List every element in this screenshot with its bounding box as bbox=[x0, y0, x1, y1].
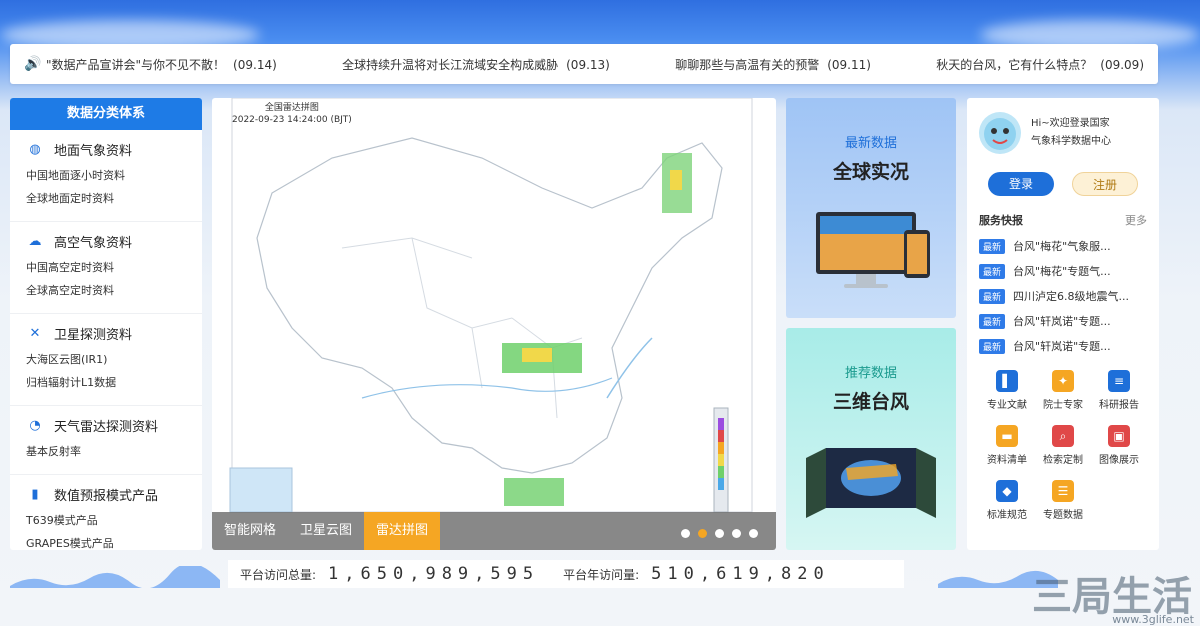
more-link[interactable]: 更多 bbox=[1125, 212, 1147, 228]
total-visits-label: 平台访问总量: bbox=[240, 567, 317, 582]
category-link[interactable]: 全球地面定时资料 bbox=[26, 190, 202, 206]
quick-news-title: 服务快报 bbox=[979, 214, 1023, 227]
ticker-item[interactable]: "数据产品宣讲会"与你不见不散！ (09.14) bbox=[46, 56, 277, 73]
promo-title: 全球实况 bbox=[832, 161, 909, 183]
image-icon: ▣ bbox=[1108, 425, 1130, 447]
service-grid: ▌ 专业文献 ✦ 院士专家 ≡ 科研报告 ▬ 资料清单 ⌕ 检索定制 ▣ 图像展示 ◆ 标准规… bbox=[979, 370, 1147, 521]
category-link[interactable]: 大海区云图(IR1) bbox=[26, 351, 202, 367]
layers-icon: ☰ bbox=[1052, 480, 1074, 502]
category-title[interactable]: ◍ 地面气象资料 bbox=[26, 140, 202, 159]
category-upper-air: ☁ 高空气象资料 中国高空定时资料 全球高空定时资料 bbox=[10, 222, 202, 314]
mascot-avatar bbox=[979, 112, 1021, 154]
ticker-item[interactable]: 秋天的台风，它有什么特点？ (09.09) bbox=[936, 56, 1144, 73]
data-category-panel: 数据分类体系 ◍ 地面气象资料 中国地面逐小时资料 全球地面定时资料 ☁ 高空气象资… bbox=[10, 98, 202, 550]
decorative-wave bbox=[10, 566, 220, 588]
monitor-illustration bbox=[816, 212, 930, 288]
map-title: 全国雷达拼图 2022-09-23 14:24:00 (BJT) bbox=[232, 103, 352, 125]
carousel-dots bbox=[681, 529, 758, 538]
service-images[interactable]: ▣ 图像展示 bbox=[1091, 425, 1147, 466]
promo-card-latest[interactable]: 最新数据 全球实况 bbox=[786, 98, 956, 318]
category-title[interactable]: ◔ 天气雷达探测资料 bbox=[26, 416, 202, 435]
user-service-panel: Hi~欢迎登录国家 气象科学数据中心 登录 注册 服务快报 更多 最新 台风"梅花… bbox=[967, 98, 1159, 550]
watermark-url: www.3glife.net bbox=[1112, 613, 1194, 626]
news-ticker: 🔊 "数据产品宣讲会"与你不见不散！ (09.14) 全球持续升温将对长江流域安全… bbox=[10, 44, 1158, 84]
category-title[interactable]: ▮ 数值预报模式产品 bbox=[26, 485, 202, 504]
tab-radar[interactable]: 雷达拼图 bbox=[364, 512, 441, 550]
folder-icon: ▬ bbox=[996, 425, 1018, 447]
category-link[interactable]: 中国高空定时资料 bbox=[26, 259, 202, 275]
category-link[interactable]: T639模式产品 bbox=[26, 512, 202, 528]
category-surface: ◍ 地面气象资料 中国地面逐小时资料 全球地面定时资料 bbox=[10, 130, 202, 222]
category-link[interactable]: 基本反射率 bbox=[26, 443, 202, 459]
service-reports[interactable]: ≡ 科研报告 bbox=[1091, 370, 1147, 411]
login-button[interactable]: 登录 bbox=[988, 172, 1054, 196]
report-icon: ≡ bbox=[1108, 370, 1130, 392]
category-radar: ◔ 天气雷达探测资料 基本反射率 bbox=[10, 406, 202, 475]
visit-counter: 平台访问总量: 1,650,989,595 平台年访问量: 510,619,82… bbox=[228, 560, 904, 588]
promo-label: 推荐数据 bbox=[844, 366, 897, 381]
chart-icon: ▮ bbox=[31, 487, 39, 502]
register-button[interactable]: 注册 bbox=[1072, 172, 1138, 196]
carousel-dot[interactable] bbox=[698, 529, 707, 538]
map-tabs: 智能网格 卫星云图 雷达拼图 bbox=[212, 512, 776, 550]
list-item[interactable]: 最新 台风"轩岚诺"专题... bbox=[979, 338, 1147, 354]
service-standards[interactable]: ◆ 标准规范 bbox=[979, 480, 1035, 521]
service-topics[interactable]: ☰ 专题数据 bbox=[1035, 480, 1091, 521]
typhoon-3d-illustration bbox=[806, 448, 936, 518]
service-literature[interactable]: ▌ 专业文献 bbox=[979, 370, 1035, 411]
ticker-item[interactable]: 全球持续升温将对长江流域安全构成威胁 (09.13) bbox=[342, 56, 610, 73]
satellite-icon: ✕ bbox=[29, 326, 41, 341]
carousel-dot[interactable] bbox=[732, 529, 741, 538]
welcome-text: Hi~欢迎登录国家 bbox=[1031, 118, 1110, 129]
welcome-text: 气象科学数据中心 bbox=[1031, 136, 1111, 147]
list-item[interactable]: 最新 台风"轩岚诺"专题... bbox=[979, 313, 1147, 329]
service-data-list[interactable]: ▬ 资料清单 bbox=[979, 425, 1035, 466]
category-title[interactable]: ☁ 高空气象资料 bbox=[26, 232, 202, 251]
year-visits-value: 510,619,820 bbox=[651, 564, 830, 584]
promo-label: 最新数据 bbox=[844, 136, 897, 151]
service-experts[interactable]: ✦ 院士专家 bbox=[1035, 370, 1091, 411]
list-item[interactable]: 最新 台风"梅花"气象服... bbox=[979, 238, 1147, 254]
welcome-block: Hi~欢迎登录国家 气象科学数据中心 bbox=[979, 112, 1147, 154]
total-visits-value: 1,650,989,595 bbox=[328, 564, 540, 584]
ticker-item[interactable]: 聊聊那些与高温有关的预警 (09.11) bbox=[675, 56, 871, 73]
promo-title: 三维台风 bbox=[832, 391, 909, 413]
panel-title: 数据分类体系 bbox=[10, 98, 202, 130]
china-radar-map[interactable] bbox=[212, 98, 776, 550]
category-satellite: ✕ 卫星探测资料 大海区云图(IR1) 归档辐射计L1数据 bbox=[10, 314, 202, 406]
year-visits-label: 平台年访问量: bbox=[563, 567, 640, 582]
category-link[interactable]: 归档辐射计L1数据 bbox=[26, 374, 202, 390]
list-item[interactable]: 最新 四川泸定6.8级地震气... bbox=[979, 288, 1147, 304]
category-nwp: ▮ 数值预报模式产品 T639模式产品 GRAPES模式产品 bbox=[10, 475, 202, 550]
book-icon: ▌ bbox=[996, 370, 1018, 392]
category-title[interactable]: ✕ 卫星探测资料 bbox=[26, 324, 202, 343]
carousel-dot[interactable] bbox=[681, 529, 690, 538]
category-link[interactable]: GRAPES模式产品 bbox=[26, 535, 202, 550]
list-item[interactable]: 最新 台风"梅花"专题气... bbox=[979, 263, 1147, 279]
carousel-dot[interactable] bbox=[749, 529, 758, 538]
carousel-dot[interactable] bbox=[715, 529, 724, 538]
service-search[interactable]: ⌕ 检索定制 bbox=[1035, 425, 1091, 466]
radar-map-carousel: 全国雷达拼图 2022-09-23 14:24:00 (BJT) 智能网格 卫星… bbox=[212, 98, 776, 550]
radar-icon: ◔ bbox=[29, 418, 41, 433]
speaker-icon: 🔊 bbox=[24, 56, 42, 72]
expert-icon: ✦ bbox=[1052, 370, 1074, 392]
quick-news-list: 最新 台风"梅花"气象服... 最新 台风"梅花"专题气... 最新 四川泸定6.8级… bbox=[979, 238, 1147, 354]
search-icon: ⌕ bbox=[1052, 425, 1074, 447]
promo-card-recommended[interactable]: 推荐数据 三维台风 bbox=[786, 328, 956, 550]
cloud-icon: ☁ bbox=[28, 234, 42, 249]
shield-icon: ◆ bbox=[996, 480, 1018, 502]
category-link[interactable]: 中国地面逐小时资料 bbox=[26, 167, 202, 183]
globe-icon: ◍ bbox=[29, 142, 41, 157]
tab-satellite[interactable]: 卫星云图 bbox=[288, 512, 364, 550]
tab-grid[interactable]: 智能网格 bbox=[212, 512, 288, 550]
category-link[interactable]: 全球高空定时资料 bbox=[26, 282, 202, 298]
